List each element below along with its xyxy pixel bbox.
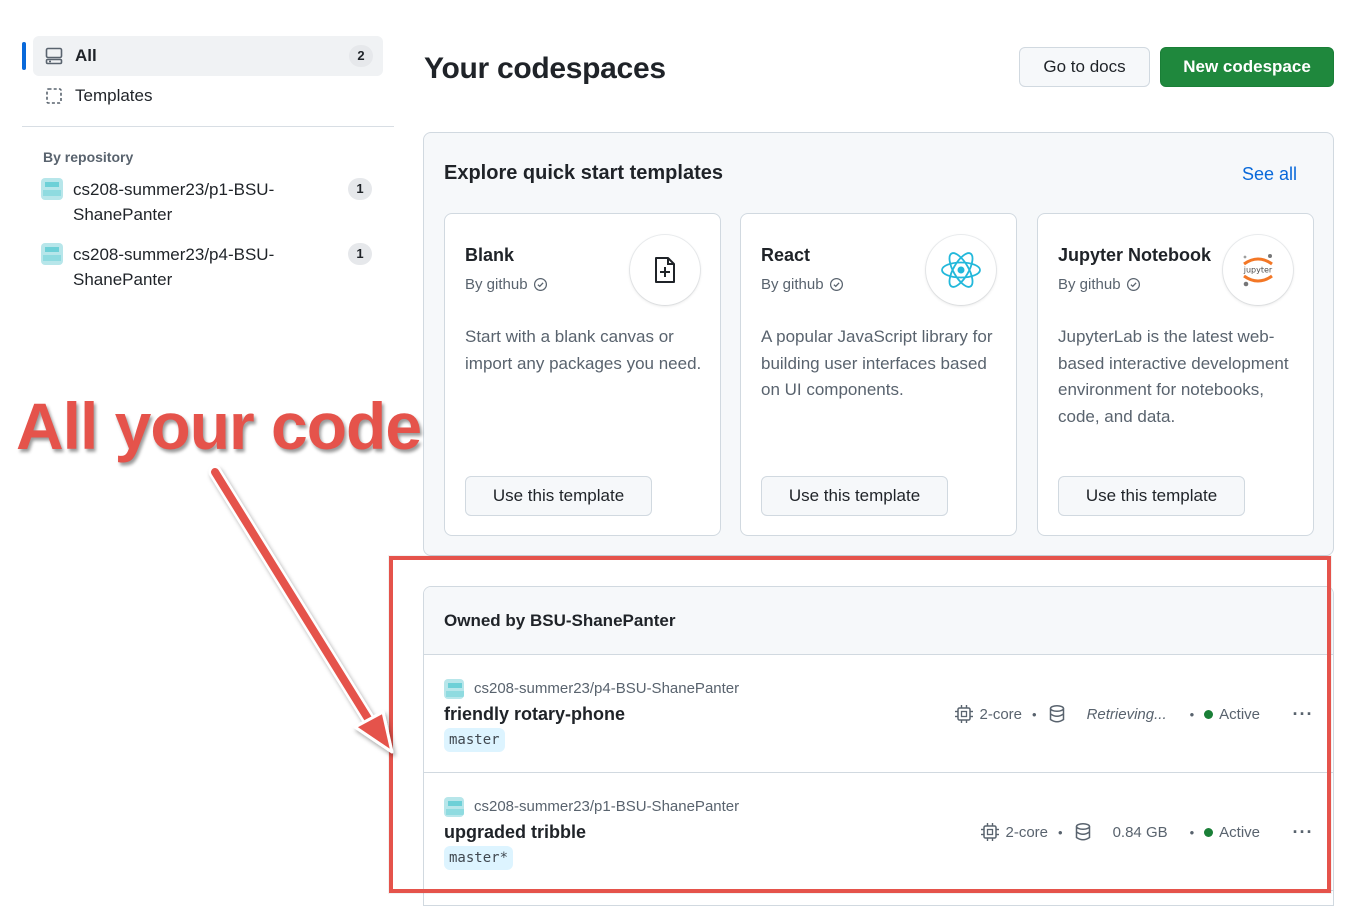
repo-avatar [41,243,63,265]
count-badge: 1 [348,178,372,200]
sidebar-item-label: All [75,46,97,65]
template-name: Jupyter Notebook [1058,245,1212,265]
sidebar-item-repo[interactable]: cs208-summer23/p4-BSU-ShanePanter 1 [41,242,372,292]
template-description: A popular JavaScript library for buildin… [761,327,993,399]
template-card-blank: Blank By github Start with a blank canva… [444,213,721,536]
codespaces-icon [43,45,65,67]
sidebar-item-repo[interactable]: cs208-summer23/p1-BSU-ShanePanter 1 [41,177,372,227]
sidebar-divider [22,126,394,127]
sidebar: All 2 Templates By repository cs208-summ… [22,36,394,307]
template-author: By github [761,276,844,293]
repo-label: cs208-summer23/p4-BSU-ShanePanter [73,245,275,289]
page-title: Your codespaces [424,52,666,85]
template-name: React [761,245,811,265]
template-author: By github [465,276,548,293]
verified-icon [1126,277,1140,292]
sidebar-item-label: Templates [75,86,153,105]
template-author-label: By github [465,276,528,293]
verified-icon [829,277,843,292]
repo-label: cs208-summer23/p1-BSU-ShanePanter [73,180,275,224]
sidebar-item-all[interactable]: All 2 [22,36,383,76]
sidebar-item-templates[interactable]: Templates [33,76,394,116]
templates-panel: Explore quick start templates See all Bl… [423,132,1334,556]
annotation-highlight-box [389,556,1331,893]
template-description: JupyterLab is the latest web-based inter… [1058,327,1289,426]
template-icon [43,85,65,107]
template-author-label: By github [1058,276,1121,293]
repo-avatar [41,178,63,200]
use-template-button[interactable]: Use this template [761,476,948,516]
template-author-label: By github [761,276,824,293]
count-badge: 1 [348,243,372,265]
file-add-icon [630,235,700,305]
react-icon [926,235,996,305]
use-template-button[interactable]: Use this template [1058,476,1245,516]
go-to-docs-button[interactable]: Go to docs [1019,47,1150,87]
new-codespace-button[interactable]: New codespace [1160,47,1334,87]
templates-title: Explore quick start templates [444,162,723,184]
annotation-text: All your code [14,388,423,465]
see-all-link[interactable]: See all [1242,164,1297,185]
template-author: By github [1058,276,1141,293]
repo-heading: By repository [43,149,134,165]
count-badge: 2 [349,45,373,67]
jupyter-icon: jupyter [1223,235,1293,305]
verified-icon [533,277,547,292]
template-description: Start with a blank canvas or import any … [465,327,702,373]
template-name: Blank [465,245,515,265]
jupyter-logo-text: jupyter [1243,266,1273,275]
use-template-button[interactable]: Use this template [465,476,652,516]
template-card-react: React By github A popular JavaScript lib… [740,213,1017,536]
template-card-jupyter: Jupyter Notebook By github jupyter Jupyt… [1037,213,1314,536]
